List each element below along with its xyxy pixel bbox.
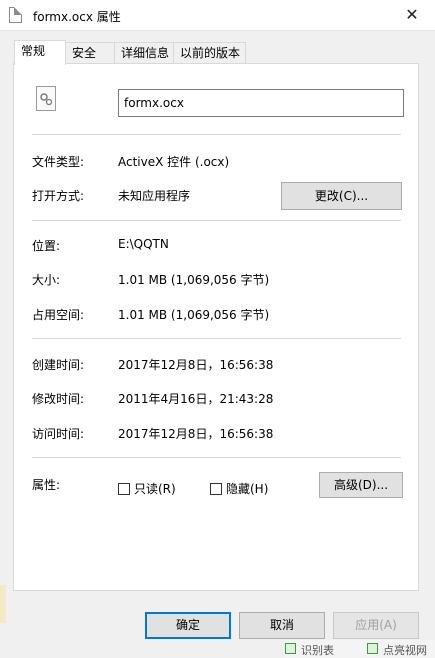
checkbox-box[interactable] bbox=[118, 483, 130, 495]
change-button[interactable]: 更改(C)... bbox=[281, 182, 402, 210]
apply-button[interactable]: 应用(A) bbox=[333, 612, 419, 639]
opens-with-label: 打开方式: bbox=[32, 189, 85, 203]
tab-label: 详细信息 bbox=[121, 46, 170, 60]
file-type-value: ActiveX 控件 (.ocx) bbox=[118, 155, 230, 169]
size-on-disk-label: 占用空间: bbox=[32, 308, 85, 322]
size-value: 1.01 MB (1,069,056 字节) bbox=[118, 273, 270, 287]
title-bar: formx.ocx 属性 ✕ bbox=[0, 0, 435, 31]
background-item: 识别表 bbox=[301, 644, 334, 657]
tab-general[interactable]: 常规 bbox=[14, 40, 66, 65]
opens-with-value: 未知应用程序 bbox=[118, 189, 191, 203]
divider bbox=[32, 457, 401, 458]
location-value: E:\QQTN bbox=[118, 237, 169, 251]
accessed-value: 2017年12月8日，16:56:38 bbox=[118, 427, 274, 441]
window-title: formx.ocx 属性 bbox=[33, 10, 121, 24]
tab-details[interactable]: 详细信息 bbox=[114, 42, 174, 63]
tab-security[interactable]: 安全 bbox=[65, 42, 115, 63]
size-label: 大小: bbox=[32, 273, 61, 287]
divider bbox=[32, 220, 401, 221]
created-value: 2017年12月8日，16:56:38 bbox=[118, 358, 274, 372]
hidden-label: 隐藏(H) bbox=[226, 482, 269, 496]
general-panel: 文件类型: ActiveX 控件 (.ocx) 打开方式: 未知应用程序 更改(… bbox=[13, 63, 419, 591]
readonly-label: 只读(R) bbox=[134, 482, 176, 496]
modified-value: 2011年4月16日，21:43:28 bbox=[118, 392, 274, 406]
tab-label: 以前的版本 bbox=[180, 46, 241, 60]
background-window-edge bbox=[0, 585, 6, 623]
file-icon bbox=[9, 7, 22, 23]
ocx-file-icon bbox=[36, 86, 56, 111]
hidden-checkbox[interactable]: 隐藏(H) bbox=[210, 480, 268, 497]
created-label: 创建时间: bbox=[32, 358, 85, 372]
file-name-input[interactable] bbox=[118, 89, 404, 117]
background-item: 点亮视网 bbox=[383, 644, 427, 657]
tab-previous-versions[interactable]: 以前的版本 bbox=[173, 42, 246, 63]
modified-label: 修改时间: bbox=[32, 392, 85, 406]
cancel-button[interactable]: 取消 bbox=[239, 612, 325, 639]
divider bbox=[32, 134, 401, 135]
size-on-disk-value: 1.01 MB (1,069,056 字节) bbox=[118, 308, 270, 322]
location-label: 位置: bbox=[32, 239, 61, 253]
close-button[interactable]: ✕ bbox=[389, 0, 435, 30]
divider bbox=[32, 338, 401, 339]
check-icon bbox=[285, 643, 296, 654]
attributes-label: 属性: bbox=[32, 478, 61, 492]
tab-label: 常规 bbox=[21, 44, 46, 58]
file-type-label: 文件类型: bbox=[32, 155, 85, 169]
accessed-label: 访问时间: bbox=[32, 427, 85, 441]
background-toolbar: 识别表 点亮视网 bbox=[285, 640, 435, 658]
tab-label: 安全 bbox=[72, 46, 97, 60]
readonly-checkbox[interactable]: 只读(R) bbox=[118, 480, 176, 497]
check-icon bbox=[367, 643, 378, 654]
advanced-button[interactable]: 高级(D)... bbox=[319, 472, 403, 498]
checkbox-box[interactable] bbox=[210, 483, 222, 495]
close-icon: ✕ bbox=[405, 5, 419, 24]
ok-button[interactable]: 确定 bbox=[145, 612, 231, 639]
